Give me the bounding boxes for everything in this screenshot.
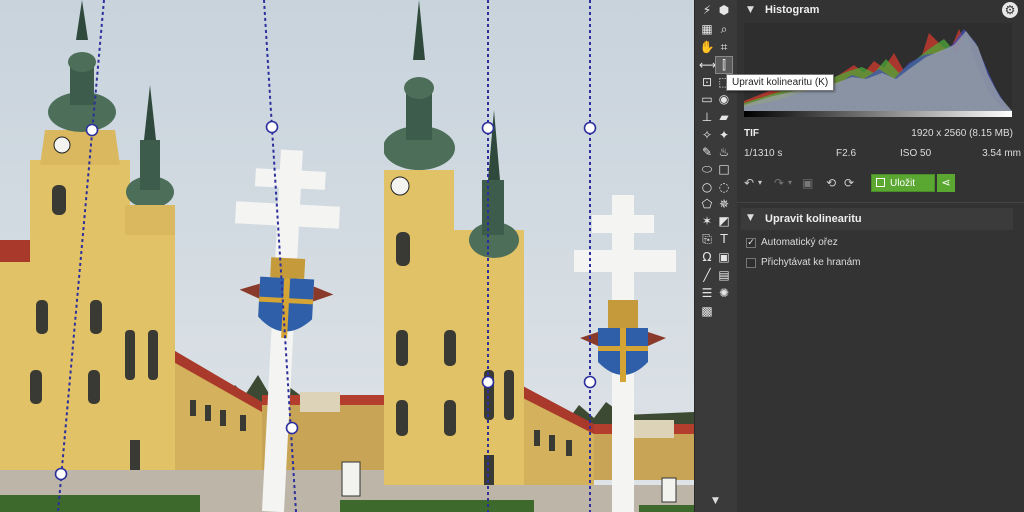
- file-dimensions: 1920 x 2560 (8.15 MB): [911, 128, 1013, 139]
- snap-edges-checkbox[interactable]: [746, 258, 756, 268]
- zoom-icon[interactable]: ⌕: [716, 21, 732, 37]
- file-format: TIF: [744, 128, 759, 139]
- collapse-caret-icon[interactable]: ▼: [747, 213, 754, 223]
- collinearity-icon[interactable]: ⫿: [715, 56, 733, 74]
- bucket-icon[interactable]: ♨: [716, 144, 732, 160]
- save-button[interactable]: Uložit ▼: [871, 174, 935, 192]
- compare-icon[interactable]: ▣: [802, 174, 813, 192]
- histogram-header[interactable]: ▼ Histogram ⚙: [737, 0, 1024, 22]
- lasso-icon[interactable]: ◌: [716, 179, 732, 195]
- eraser-icon[interactable]: ▰: [716, 109, 732, 125]
- redo-dropdown-icon[interactable]: ▾: [788, 174, 792, 192]
- rubber-icon[interactable]: ⬭: [699, 161, 715, 177]
- exif-iso: ISO 50: [900, 148, 932, 159]
- exif-shutter: 1/1310 s: [744, 148, 783, 159]
- gear-icon[interactable]: ⚙: [1002, 2, 1018, 18]
- stamp-icon[interactable]: ⊥: [699, 109, 715, 125]
- histogram-title: Histogram: [765, 4, 820, 16]
- collapse-caret-icon[interactable]: ▼: [747, 5, 754, 15]
- grid-icon[interactable]: ▦: [699, 21, 715, 37]
- scroll-down-icon[interactable]: ▼: [712, 496, 719, 506]
- cube-icon[interactable]: ⬢: [716, 2, 732, 18]
- snap-edges-label: Přichytávat ke hranám: [761, 257, 861, 268]
- rotate-left-icon[interactable]: ⟲: [826, 174, 836, 192]
- auto-crop-checkbox[interactable]: ✓: [746, 238, 756, 248]
- auto-crop-label: Automatický ořez: [761, 237, 838, 248]
- ellipse-select-icon[interactable]: ○: [699, 179, 715, 195]
- corrected-photo[interactable]: [384, 0, 694, 512]
- polygon-select-icon[interactable]: ⬠: [699, 196, 715, 212]
- save-label: Uložit: [890, 178, 916, 189]
- healing-icon[interactable]: ✦: [716, 127, 732, 143]
- exif-aperture: F2.6: [836, 148, 857, 159]
- redo-icon[interactable]: ↷: [774, 174, 784, 192]
- straighten-icon[interactable]: ⟷: [699, 57, 716, 73]
- collinearity-header[interactable]: ▼ Upravit kolinearitu: [741, 208, 1013, 230]
- eye-icon[interactable]: ◉: [716, 91, 732, 107]
- collinearity-title: Upravit kolinearitu: [765, 213, 862, 225]
- crop-icon[interactable]: ⌗: [716, 39, 732, 55]
- frame-icon[interactable]: ▩: [699, 303, 715, 319]
- wand-icon[interactable]: ✧: [699, 127, 715, 143]
- levels-icon[interactable]: ▭: [699, 91, 715, 107]
- undo-icon[interactable]: ↶: [744, 174, 754, 192]
- note-icon[interactable]: ▤: [716, 267, 732, 283]
- lightning-icon[interactable]: ⚡: [699, 2, 715, 18]
- histogram-gradient: [744, 111, 1012, 117]
- text-icon[interactable]: T: [716, 231, 732, 247]
- sparkle-select-icon[interactable]: ✶: [699, 213, 715, 229]
- hand-icon[interactable]: ✋: [699, 39, 715, 55]
- action-bar: ↶ ▾ ↷ ▾ ▣ ⟲ ⟳ Uložit ▼ ⋖: [744, 174, 1014, 194]
- save-icon: [876, 178, 885, 187]
- tooltip: Upravit kolinearitu (K): [726, 74, 835, 91]
- line-icon[interactable]: ╱: [699, 267, 715, 283]
- effects-icon[interactable]: ✺: [716, 285, 732, 301]
- share-button[interactable]: ⋖: [937, 174, 955, 192]
- magic-select-icon[interactable]: ✵: [716, 196, 732, 212]
- image-icon[interactable]: ▣: [716, 249, 732, 265]
- paste-icon[interactable]: ⎘: [699, 231, 715, 247]
- brush-icon[interactable]: ✎: [699, 144, 715, 160]
- exif-focal: 3.54 mm: [982, 148, 1021, 159]
- rectangle-select-icon[interactable]: □: [716, 161, 732, 177]
- divider: [737, 202, 1024, 203]
- symbol-icon[interactable]: Ω: [699, 249, 715, 265]
- undo-dropdown-icon[interactable]: ▾: [758, 174, 762, 192]
- gradient-select-icon[interactable]: ◩: [716, 213, 732, 229]
- lines-icon[interactable]: ☰: [699, 285, 715, 301]
- original-photo[interactable]: [0, 0, 384, 512]
- histogram-chart: [744, 23, 1012, 111]
- image-viewer[interactable]: [0, 0, 694, 512]
- rotate-right-icon[interactable]: ⟳: [844, 174, 854, 192]
- transform-icon[interactable]: ⊡: [699, 74, 715, 90]
